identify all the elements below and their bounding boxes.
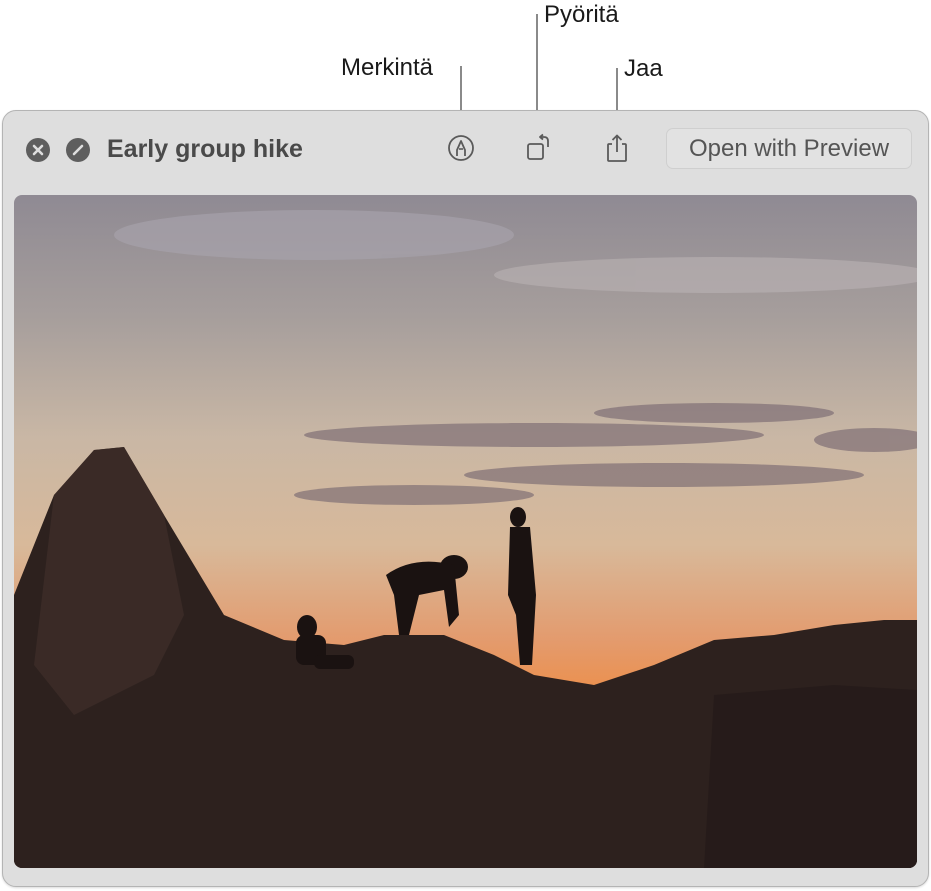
callout-rotate: Pyöritä xyxy=(544,1,619,28)
window-title: Early group hike xyxy=(107,135,303,163)
photo-preview xyxy=(14,195,917,868)
open-with-preview-button[interactable]: Open with Preview xyxy=(666,128,912,169)
share-button[interactable] xyxy=(600,132,634,164)
close-circle-icon xyxy=(32,144,44,156)
fullscreen-button[interactable] xyxy=(66,138,90,162)
close-button[interactable] xyxy=(26,138,50,162)
markup-pen-icon xyxy=(448,135,474,161)
markup-button[interactable] xyxy=(444,132,478,164)
rotate-left-icon xyxy=(527,133,549,160)
rotate-button[interactable] xyxy=(521,132,555,164)
slash-circle-icon xyxy=(72,144,84,156)
clouds xyxy=(114,210,917,505)
callout-share: Jaa xyxy=(624,55,663,82)
callout-markup: Merkintä xyxy=(341,54,434,81)
share-icon xyxy=(607,134,627,162)
